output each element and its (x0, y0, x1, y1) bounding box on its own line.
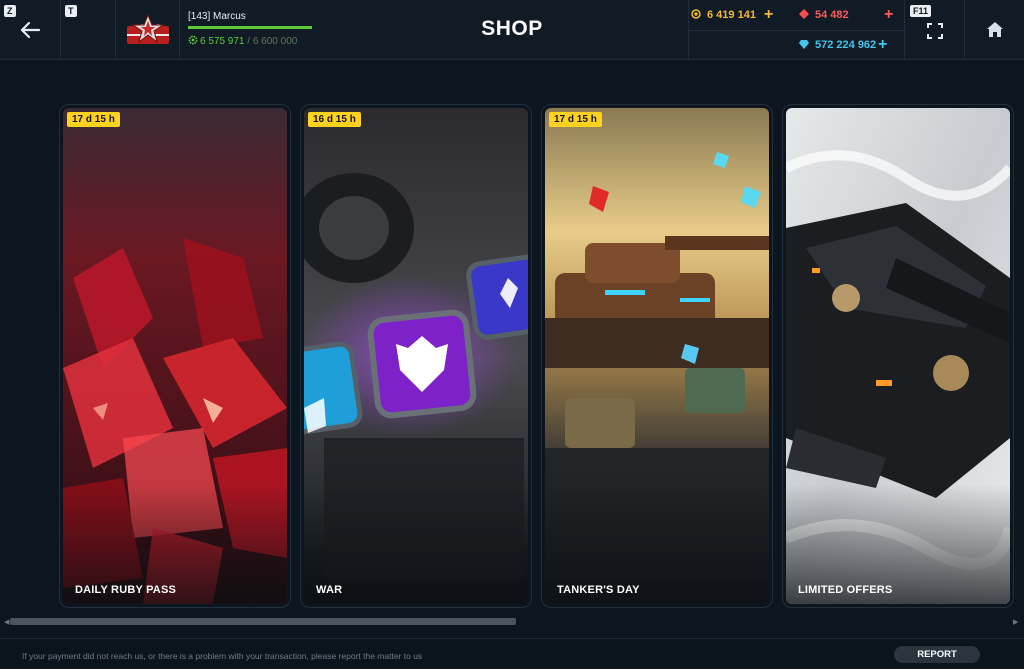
add-rubies-button[interactable]: + (884, 7, 893, 23)
home-icon (987, 22, 1003, 37)
coin-icon (691, 9, 701, 19)
home-button[interactable] (965, 0, 1024, 60)
divider (781, 30, 904, 31)
diamond-icon (799, 40, 809, 49)
card-timer-badge: 17 d 15 h (549, 112, 602, 127)
coins-counter: 6 419 141 (691, 9, 756, 21)
footer: If your payment did not reach us, or the… (0, 638, 1024, 669)
payment-notice: If your payment did not reach us, or the… (22, 651, 423, 661)
card-timer-badge: 16 d 15 h (308, 112, 361, 127)
scroll-left-arrow-icon[interactable]: ◀ (4, 618, 9, 626)
shop-card-tankers-day[interactable]: 17 d 15 h TANKER'S DAY (541, 104, 773, 608)
ruby-icon (799, 9, 809, 19)
hotkey-t: T (65, 5, 77, 17)
card-label: LIMITED OFFERS (798, 584, 893, 596)
coins-panel[interactable]: 6 419 141 + (688, 0, 781, 60)
coins-value: 6 419 141 (707, 9, 756, 21)
fullscreen-button[interactable]: F11 (905, 0, 965, 60)
rubies-value: 54 482 (815, 9, 849, 21)
scrollbar-thumb[interactable] (10, 618, 516, 625)
shop-card-war[interactable]: 16 d 15 h WAR (300, 104, 532, 608)
card-label: TANKER'S DAY (557, 584, 640, 596)
divider (689, 30, 781, 31)
fullscreen-icon (927, 23, 943, 39)
rubies-counter: 54 482 (799, 9, 849, 21)
card-timer-badge: 17 d 15 h (67, 112, 120, 127)
diamonds-value: 572 224 962 (815, 39, 877, 51)
diamonds-counter: 572 224 962 (799, 39, 876, 51)
add-coins-button[interactable]: + (764, 7, 773, 23)
report-button[interactable]: REPORT (894, 646, 980, 663)
scroll-right-arrow-icon[interactable]: ▶ (1013, 618, 1018, 626)
premium-currencies-panel: 54 482 + 572 224 962 + (781, 0, 905, 60)
top-bar: Z T [143] Marcus 6 575 971 / 6 600 000 S… (0, 0, 1024, 60)
shop-card-limited-offers[interactable]: LIMITED OFFERS (782, 104, 1014, 608)
card-label: WAR (316, 584, 343, 596)
add-diamonds-button[interactable]: + (878, 37, 887, 53)
shop-card-daily-ruby-pass[interactable]: 17 d 15 h DAILY RUBY PASS (59, 104, 291, 608)
hotkey-f11: F11 (910, 5, 932, 17)
card-label: DAILY RUBY PASS (75, 584, 177, 596)
hotkey-z: Z (4, 5, 16, 17)
